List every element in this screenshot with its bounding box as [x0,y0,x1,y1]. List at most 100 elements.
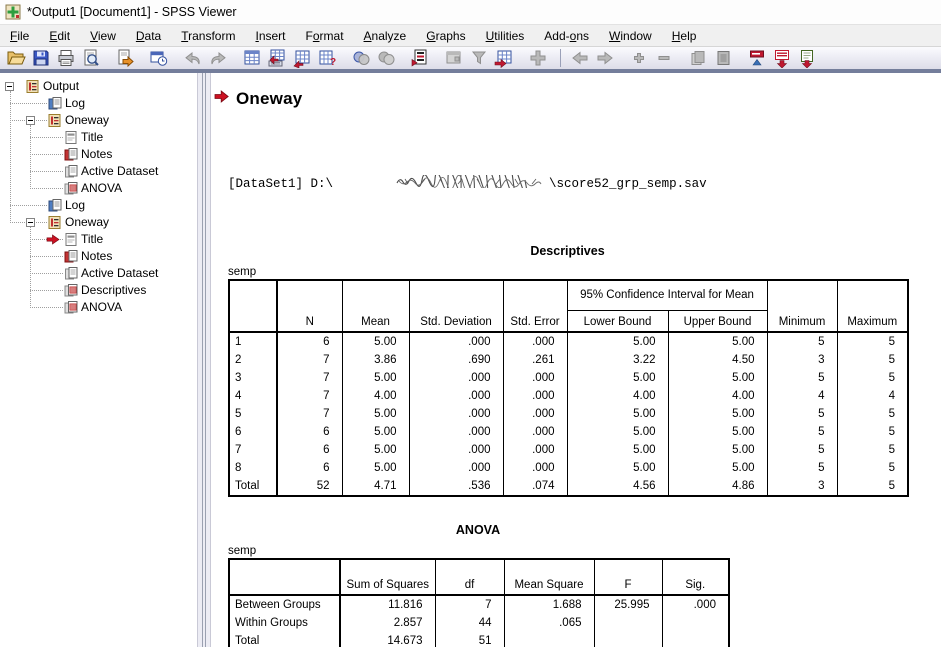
tree-item-label: Active Dataset [81,266,158,280]
toolbar-redo-button[interactable] [206,48,230,69]
table-cell: .000 [409,423,503,441]
dataset-page-icon [63,265,79,281]
toolbar-insert-new-title-button[interactable] [770,48,794,69]
column-header: Std. Deviation [409,280,503,332]
output-book-icon [25,78,41,94]
toolbar-open-file-button[interactable] [4,48,28,69]
menu-analyze[interactable]: Analyze [354,27,417,45]
toolbar-insert-heading-button[interactable] [745,48,769,69]
tree-connector [30,188,63,189]
toolbar-insert-new-text-button[interactable] [795,48,819,69]
toolbar-goto-case-button[interactable] [265,48,289,69]
tree-connector [30,137,63,138]
current-item-arrow-icon [214,90,229,108]
toolbar-show-button[interactable] [686,48,710,69]
outline-tree-panel: OutputLogOnewayTitleNotesActive DatasetA… [0,73,197,647]
toolbar-designate-window-button[interactable] [442,48,466,69]
open-file-icon [6,48,26,68]
menu-format[interactable]: Format [296,27,354,45]
tree-collapse-toggle[interactable] [26,218,35,227]
toolbar-run-script-button[interactable] [408,48,432,69]
toolbar-insert-variable-button[interactable] [492,48,516,69]
tree-connector [30,307,63,308]
tree-item-label: Log [65,96,85,110]
table-cell: 5.00 [668,459,767,477]
tree-item-label: Log [65,198,85,212]
table-cell: .000 [503,423,567,441]
tree-item-label: Descriptives [81,283,146,297]
table-cell: 3 [229,369,277,387]
export-output-icon [115,48,135,68]
table-cell: 3 [767,477,837,496]
table-cell: 4.00 [342,387,409,405]
table-cell: 5 [767,459,837,477]
toolbar-export-output-button[interactable] [113,48,137,69]
toolbar-variable-info-button[interactable]: ? [315,48,339,69]
header-row: NMeanStd. DeviationStd. Error95% Confide… [229,280,908,310]
table-row: 375.00.000.0005.005.0055 [229,369,908,387]
table-cell: 5 [837,477,908,496]
table-cell: 6 [277,441,342,459]
notes-book-icon [63,248,79,264]
anova-table[interactable]: Sum of SquaresdfMean SquareFSig.Between … [228,558,730,647]
table-cell: .000 [503,332,567,351]
descriptives-table[interactable]: NMeanStd. DeviationStd. Error95% Confide… [228,279,909,497]
menu-data[interactable]: Data [126,27,171,45]
menu-edit[interactable]: Edit [39,27,80,45]
table-book-icon [63,299,79,315]
page-title: Oneway [236,89,302,109]
pane-splitter[interactable] [197,73,211,647]
menu-window[interactable]: Window [599,27,662,45]
table-cell: 5 [837,423,908,441]
tree-item-label: ANOVA [81,300,122,314]
tree-item-label: Oneway [65,215,109,229]
tree-item-log[interactable]: Log [0,95,197,112]
oneway-heading-block[interactable]: Oneway [211,89,941,109]
table-cell: 5.00 [567,369,668,387]
toolbar-select-last-output-button[interactable] [526,48,550,69]
toolbar-promote-button[interactable] [593,48,617,69]
table-cell: 6 [229,423,277,441]
insert-heading-icon [747,48,767,68]
tree-connector [30,273,63,274]
toolbar-recall-dialogs-button[interactable] [147,48,171,69]
show-icon [688,48,708,68]
tree-item-label: Oneway [65,113,109,127]
table-cell: 4.86 [668,477,767,496]
menu-help[interactable]: Help [662,27,707,45]
menu-utilities[interactable]: Utilities [476,27,535,45]
toolbar-demote-button[interactable] [568,48,592,69]
table-cell: 5.00 [668,423,767,441]
toolbar-hide-button[interactable] [711,48,735,69]
tree-guide-line [10,91,11,223]
menu-graphs[interactable]: Graphs [416,27,475,45]
toolbar-find-button[interactable] [349,48,373,69]
menu-add-ons[interactable]: Add-ons [534,27,599,45]
column-header: Mean [342,280,409,332]
spss-viewer-app-icon [5,4,21,20]
toolbar-select-cases-button[interactable] [374,48,398,69]
toolbar-variables-button[interactable] [290,48,314,69]
tree-item-log[interactable]: Log [0,197,197,214]
tree-item-output[interactable]: Output [0,78,197,95]
toolbar-filter-cases-button[interactable] [467,48,491,69]
table-cell: Total [229,477,277,496]
menu-view[interactable]: View [80,27,126,45]
toolbar-print-button[interactable] [54,48,78,69]
toolbar-expand-button[interactable] [627,48,651,69]
dataset-page-icon [63,163,79,179]
toolbar-print-preview-button[interactable] [79,48,103,69]
menu-insert[interactable]: Insert [245,27,295,45]
tree-collapse-toggle[interactable] [26,116,35,125]
tree-collapse-toggle[interactable] [5,82,14,91]
toolbar-collapse-button[interactable] [652,48,676,69]
menu-transform[interactable]: Transform [171,27,245,45]
dataset-log-line[interactable]: [DataSet1] D:\ \score52_grp_semp.sav [228,161,941,206]
menu-file[interactable]: File [0,27,39,45]
toolbar-undo-button[interactable] [181,48,205,69]
ci-group-header: 95% Confidence Interval for Mean [567,280,767,310]
table-cell: 3.86 [342,351,409,369]
toolbar-save-file-button[interactable] [29,48,53,69]
table-cell: 1.688 [504,595,594,614]
toolbar-goto-data-button[interactable] [240,48,264,69]
